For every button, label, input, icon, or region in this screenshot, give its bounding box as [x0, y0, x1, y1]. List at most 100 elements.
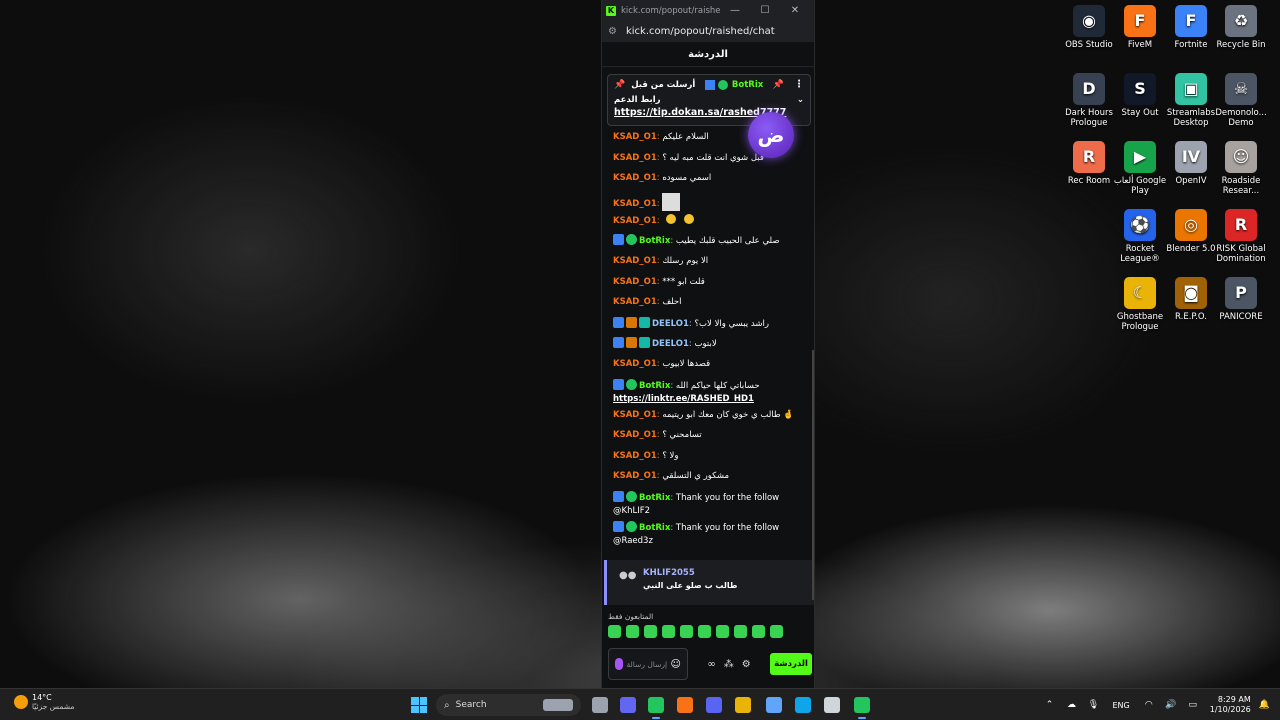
pin-icon[interactable]: 📌 [614, 80, 625, 90]
chat-message-text: صلي على الحبيب قلبك يطيب [675, 236, 780, 247]
chat-message-list[interactable]: KSAD_O1: السلام عليكم KSAD_O1: قبل شوي ان… [602, 128, 814, 558]
chat-message[interactable]: BotRix: Thank you for the follow @Raed3z [613, 518, 808, 548]
chat-username[interactable]: KSAD_O1 [613, 430, 657, 440]
chat-username[interactable]: KSAD_O1 [613, 216, 657, 226]
chat-message[interactable]: KSAD_O1: [613, 211, 808, 232]
chat-username[interactable]: BotRix [639, 381, 670, 391]
chat-username[interactable]: BotRix [639, 493, 670, 503]
language-indicator[interactable]: ENG [1113, 701, 1130, 710]
address-bar[interactable]: ⚙ kick.com/popout/raished/chat [602, 21, 814, 43]
chat-message[interactable]: KSAD_O1: اسمي مسوده [613, 169, 808, 190]
minimize-button[interactable]: — [720, 5, 750, 16]
community-icon[interactable]: ⁂ [724, 659, 734, 670]
taskbar-app-icon[interactable] [735, 697, 751, 713]
chat-message[interactable]: KSAD_O1: طالب ي خوي كان معك ابو ريتيمه 🤞 [613, 406, 808, 427]
desktop-icon[interactable]: P PANICORE [1210, 277, 1272, 322]
volume-icon[interactable]: 🔊 [1164, 700, 1178, 710]
chat-username[interactable]: BotRix [639, 523, 670, 533]
unpin-icon[interactable]: 📌 [773, 80, 784, 90]
taskbar-app-icon[interactable] [592, 697, 608, 713]
infinity-icon[interactable]: ∞ [707, 659, 715, 670]
taskbar-app-icon[interactable] [766, 697, 782, 713]
chat-username[interactable]: KSAD_O1 [613, 451, 657, 461]
emote-picker-icon[interactable] [752, 625, 765, 638]
chat-message[interactable]: BotRix: Thank you for the follow @KhLIF2 [613, 488, 808, 518]
notifications-bell-icon[interactable]: 🔔 [1259, 700, 1270, 710]
taskbar-app-icon[interactable] [854, 697, 870, 719]
chat-message[interactable]: KSAD_O1: ولا ؟ [613, 447, 808, 468]
taskbar-app-icon[interactable] [648, 697, 664, 719]
emote-picker-icon[interactable] [716, 625, 729, 638]
emote-icon [684, 213, 695, 224]
chat-message[interactable]: KSAD_O1: [613, 190, 808, 211]
emote-picker-icon[interactable] [608, 625, 621, 638]
start-button-icon[interactable] [411, 697, 427, 713]
chat-message[interactable]: KSAD_O1: قصدها لابيوب [613, 355, 808, 376]
emote-picker-icon[interactable] [698, 625, 711, 638]
clock[interactable]: 8:29 AM 1/10/2026 [1210, 695, 1251, 715]
wifi-icon[interactable]: ◠ [1142, 700, 1156, 710]
send-chat-button[interactable]: الدردشة [770, 653, 812, 675]
taskbar-app-icon[interactable] [795, 697, 811, 713]
taskbar-app-icon[interactable] [677, 697, 693, 713]
chat-username[interactable]: KSAD_O1 [613, 132, 657, 142]
kick-logo-icon: K [606, 5, 616, 16]
more-options-icon[interactable]: ⋮ [794, 79, 804, 90]
taskbar-app-icon[interactable] [706, 697, 722, 713]
site-settings-icon[interactable]: ⚙ [608, 26, 617, 37]
desktop-icon[interactable]: ♻ Recycle Bin [1210, 5, 1272, 50]
close-button[interactable]: ✕ [780, 5, 810, 16]
microphone-tray-icon[interactable]: 🎙 [1087, 700, 1101, 710]
bot-badge-icon [717, 79, 728, 90]
chat-username[interactable]: DEELO1 [652, 339, 689, 349]
chat-username[interactable]: KSAD_O1 [613, 359, 657, 369]
taskbar-app-icon[interactable] [824, 697, 840, 713]
desktop-icon[interactable]: ☺ Roadside Resear... [1210, 141, 1272, 196]
taskbar-app-icon[interactable] [620, 697, 636, 713]
chat-message-text: حساباتي كلها حياكم الله [675, 380, 760, 391]
emote-picker-icon[interactable] [626, 625, 639, 638]
chat-message[interactable]: KSAD_O1: الا يوم رسلك [613, 252, 808, 273]
chat-message[interactable]: KSAD_O1: *** قلت ابو [613, 273, 808, 294]
chat-message[interactable]: BotRix: حساباتي كلها حياكم الله https://l… [613, 376, 808, 406]
emoji-icon[interactable]: ☺ [671, 659, 681, 670]
chat-scrollbar[interactable] [812, 350, 814, 600]
pinned-username[interactable]: BotRix [732, 80, 763, 90]
maximize-button[interactable]: ☐ [750, 5, 780, 16]
emote-picker-icon[interactable] [770, 625, 783, 638]
chat-message[interactable]: KSAD_O1: مشكور ي التسلقي [613, 467, 808, 488]
chat-username[interactable]: KSAD_O1 [613, 199, 657, 209]
chat-username[interactable]: KSAD_O1 [613, 256, 657, 266]
emote-picker-icon[interactable] [662, 625, 675, 638]
chat-input[interactable]: إرسال رسالة ☺ [608, 648, 688, 680]
chat-username[interactable]: KSAD_O1 [613, 471, 657, 481]
chat-message[interactable]: KSAD_O1: تسامحني ؟ [613, 426, 808, 447]
show-hidden-icons-icon[interactable]: ⌃ [1043, 700, 1057, 710]
chat-message[interactable]: DEELO1: لابتوب [613, 334, 808, 355]
chat-message[interactable]: DEELO1: راشد يبسي والا لاب؟ [613, 314, 808, 335]
expand-chevron-icon[interactable]: ⌄ [797, 95, 804, 105]
emote-picker-icon[interactable] [734, 625, 747, 638]
chat-username[interactable]: KSAD_O1 [613, 173, 657, 183]
chat-username[interactable]: BotRix [639, 236, 670, 246]
microphone-icon[interactable] [615, 658, 623, 670]
network-status-icon[interactable]: ☁ [1065, 700, 1079, 710]
desktop-icon[interactable]: ☠ Demonolo... Demo [1210, 73, 1272, 128]
emote-picker-icon[interactable] [644, 625, 657, 638]
emote-picker-icon[interactable] [680, 625, 693, 638]
chat-username[interactable]: KSAD_O1 [613, 297, 657, 307]
tip-button-icon[interactable]: ض [748, 112, 794, 158]
settings-gear-icon[interactable]: ⚙ [742, 659, 751, 670]
chat-message[interactable]: BotRix: صلي على الحبيب قلبك يطيب [613, 231, 808, 252]
chat-link[interactable]: https://linktr.ee/RASHED_HD1 [613, 394, 754, 404]
chat-username[interactable]: DEELO1 [652, 319, 689, 329]
chat-message[interactable]: KSAD_O1: احلف [613, 293, 808, 314]
weather-widget[interactable]: 14°C مشمس جزئيًا [14, 693, 74, 711]
desktop-icon[interactable]: R RISK Global Domination [1210, 209, 1272, 264]
taskbar-search[interactable]: ⌕ Search [436, 694, 581, 716]
chat-username[interactable]: KSAD_O1 [613, 410, 657, 420]
reply-preview[interactable]: ●● KHLIF2055 طالب ب صلو على النبي [604, 560, 814, 605]
chat-username[interactable]: KSAD_O1 [613, 277, 657, 287]
battery-icon[interactable]: ▭ [1186, 700, 1200, 710]
chat-username[interactable]: KSAD_O1 [613, 153, 657, 163]
